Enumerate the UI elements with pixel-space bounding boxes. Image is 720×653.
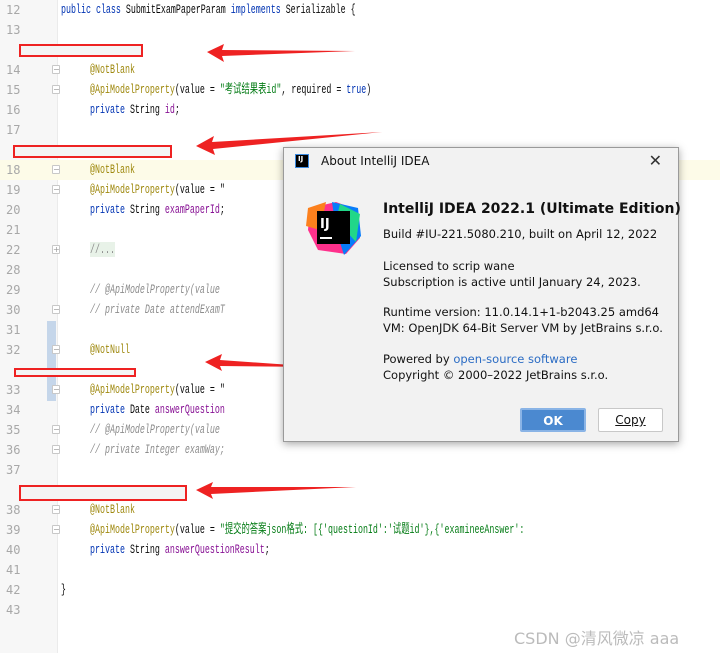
subscription-info: Subscription is active until January 24,… — [383, 275, 641, 289]
vm-info: VM: OpenJDK 64-Bit Server VM by JetBrain… — [383, 321, 663, 335]
runtime-info: Runtime version: 11.0.14.1+1-b2043.25 am… — [383, 305, 659, 319]
license-info: Licensed to scrip wane — [383, 259, 515, 273]
build-info: Build #IU-221.5080.210, built on April 1… — [383, 227, 658, 241]
open-source-link[interactable]: open-source software — [453, 352, 577, 366]
arrow-4 — [196, 482, 356, 499]
watermark: CSDN @清风微凉 aaa — [514, 629, 680, 648]
dialog-title: About IntelliJ IDEA — [321, 154, 430, 168]
intellij-small-icon: IJ — [295, 154, 309, 168]
about-dialog: IJ About IntelliJ IDEA ✕ IJ IntelliJ IDE… — [283, 147, 681, 442]
close-icon[interactable]: ✕ — [649, 151, 662, 170]
copy-button[interactable]: Copy — [598, 408, 663, 432]
copyright: Copyright © 2000–2022 JetBrains s.r.o. — [383, 368, 609, 382]
ok-button[interactable]: OK — [520, 408, 586, 432]
product-name: IntelliJ IDEA 2022.1 (Ultimate Edition) — [383, 201, 681, 217]
intellij-logo-icon: IJ — [306, 202, 361, 255]
svg-text:IJ: IJ — [320, 217, 330, 232]
powered-by: Powered by open-source software — [383, 352, 578, 366]
arrow-1 — [207, 44, 355, 62]
dialog-titlebar[interactable]: IJ About IntelliJ IDEA ✕ — [284, 148, 678, 175]
